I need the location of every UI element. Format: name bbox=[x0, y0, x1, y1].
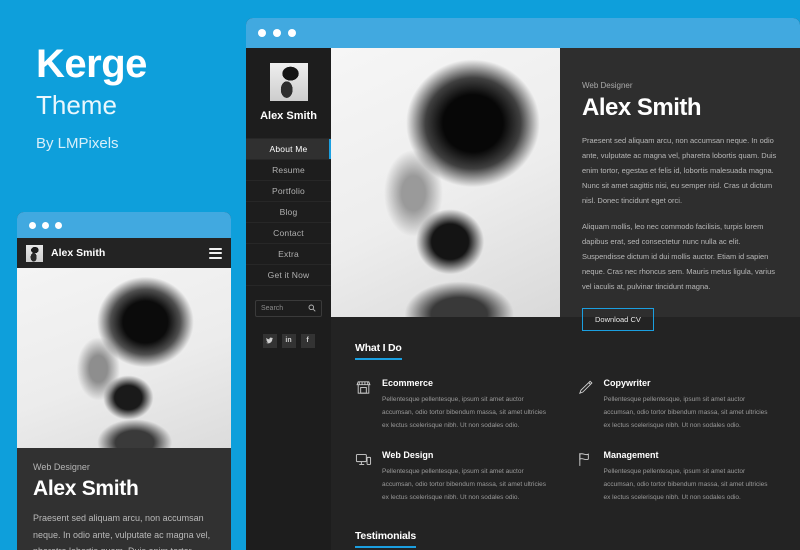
sidebar-profile-name: Alex Smith bbox=[260, 110, 317, 122]
what-i-do-heading: What I Do bbox=[355, 342, 402, 360]
mobile-preview-window: Alex Smith Web Designer Alex Smith Praes… bbox=[17, 212, 231, 550]
linkedin-icon[interactable]: in bbox=[281, 333, 296, 348]
service-name: Copywriter bbox=[603, 378, 651, 388]
sidebar-menu: About Me Resume Portfolio Blog Contact E… bbox=[246, 137, 331, 286]
flag-icon bbox=[577, 450, 594, 504]
sidebar-item-portfolio[interactable]: Portfolio bbox=[246, 181, 331, 202]
hero-photo bbox=[331, 48, 560, 317]
responsive-devices-icon bbox=[355, 450, 372, 504]
storefront-icon bbox=[355, 378, 372, 432]
promo-block: Kerge Theme By LMPixels bbox=[36, 44, 236, 151]
service-item-management: Management Pellentesque pellentesque, ip… bbox=[577, 450, 777, 504]
twitter-icon[interactable] bbox=[262, 333, 277, 348]
service-item-copywriter: Copywriter Pellentesque pellentesque, ip… bbox=[577, 378, 777, 432]
window-dot-maximize[interactable] bbox=[288, 29, 296, 37]
service-name: Ecommerce bbox=[382, 378, 434, 388]
download-cv-button[interactable]: Download CV bbox=[582, 308, 654, 331]
window-dot-minimize[interactable] bbox=[273, 29, 281, 37]
service-description: Pellentesque pellentesque, ipsum sit ame… bbox=[382, 396, 547, 429]
lower-sections: What I Do Ecommerce Pellentesque pellent… bbox=[331, 317, 800, 550]
sidebar-item-resume[interactable]: Resume bbox=[246, 160, 331, 181]
facebook-icon[interactable]: f bbox=[300, 333, 315, 348]
mobile-role: Web Designer bbox=[33, 462, 90, 472]
sidebar-item-get-it-now[interactable]: Get it Now bbox=[246, 265, 331, 286]
service-name: Web Design bbox=[382, 450, 434, 460]
hero-paragraph-1: Praesent sed aliquam arcu, non accumsan … bbox=[582, 136, 777, 205]
service-description: Pellentesque pellentesque, ipsum sit ame… bbox=[603, 396, 768, 429]
service-description: Pellentesque pellentesque, ipsum sit ame… bbox=[603, 468, 768, 501]
service-item-ecommerce: Ecommerce Pellentesque pellentesque, ips… bbox=[355, 378, 555, 432]
desktop-window-chrome bbox=[246, 18, 800, 48]
hero-role: Web Designer bbox=[582, 81, 633, 90]
pencil-icon bbox=[577, 378, 594, 432]
window-dot-minimize[interactable] bbox=[42, 221, 49, 229]
window-dot-maximize[interactable] bbox=[55, 221, 62, 229]
sidebar-item-contact[interactable]: Contact bbox=[246, 223, 331, 244]
sidebar-search-area: Search bbox=[246, 286, 331, 317]
service-name: Management bbox=[603, 450, 659, 460]
search-input[interactable]: Search bbox=[255, 299, 322, 317]
sidebar-item-extra[interactable]: Extra bbox=[246, 244, 331, 265]
services-grid: Ecommerce Pellentesque pellentesque, ips… bbox=[355, 378, 776, 504]
content-area: Web Designer Alex Smith Praesent sed ali… bbox=[331, 48, 800, 550]
theme-title: Kerge bbox=[36, 42, 147, 86]
search-icon[interactable] bbox=[308, 299, 316, 317]
mobile-navbar: Alex Smith bbox=[17, 238, 231, 268]
avatar bbox=[269, 63, 308, 101]
search-input-value: Search bbox=[261, 304, 284, 312]
theme-subtitle: Theme bbox=[36, 90, 117, 120]
hero-paragraph-2: Aliquam mollis, leo nec commodo facilisi… bbox=[582, 222, 776, 291]
sidebar-item-about-me[interactable]: About Me bbox=[246, 138, 331, 160]
service-description: Pellentesque pellentesque, ipsum sit ame… bbox=[382, 468, 547, 501]
mobile-hero-photo bbox=[17, 268, 231, 448]
hero-text: Web Designer Alex Smith Praesent sed ali… bbox=[560, 48, 800, 331]
mobile-paragraph: Praesent sed aliquam arcu, non accumsan … bbox=[33, 513, 211, 550]
service-item-web-design: Web Design Pellentesque pellentesque, ip… bbox=[355, 450, 555, 504]
mobile-intro: Web Designer Alex Smith Praesent sed ali… bbox=[17, 448, 231, 550]
testimonials-heading: Testimonials bbox=[355, 530, 416, 548]
sidebar-item-blog[interactable]: Blog bbox=[246, 202, 331, 223]
avatar bbox=[26, 244, 43, 262]
mobile-brand-name: Alex Smith bbox=[51, 247, 106, 259]
hamburger-menu-icon[interactable] bbox=[209, 247, 222, 259]
mobile-name: Alex Smith bbox=[33, 477, 139, 500]
hero-section: Web Designer Alex Smith Praesent sed ali… bbox=[331, 48, 800, 331]
page-title: Alex Smith bbox=[582, 94, 702, 121]
mobile-window-chrome bbox=[17, 212, 231, 238]
social-links: in f bbox=[246, 333, 331, 348]
window-dot-close[interactable] bbox=[29, 221, 36, 229]
window-dot-close[interactable] bbox=[258, 29, 266, 37]
desktop-preview-window: Alex Smith About Me Resume Portfolio Blo… bbox=[246, 18, 800, 550]
sidebar: Alex Smith About Me Resume Portfolio Blo… bbox=[246, 48, 331, 550]
theme-byline: By LMPixels bbox=[36, 135, 119, 152]
